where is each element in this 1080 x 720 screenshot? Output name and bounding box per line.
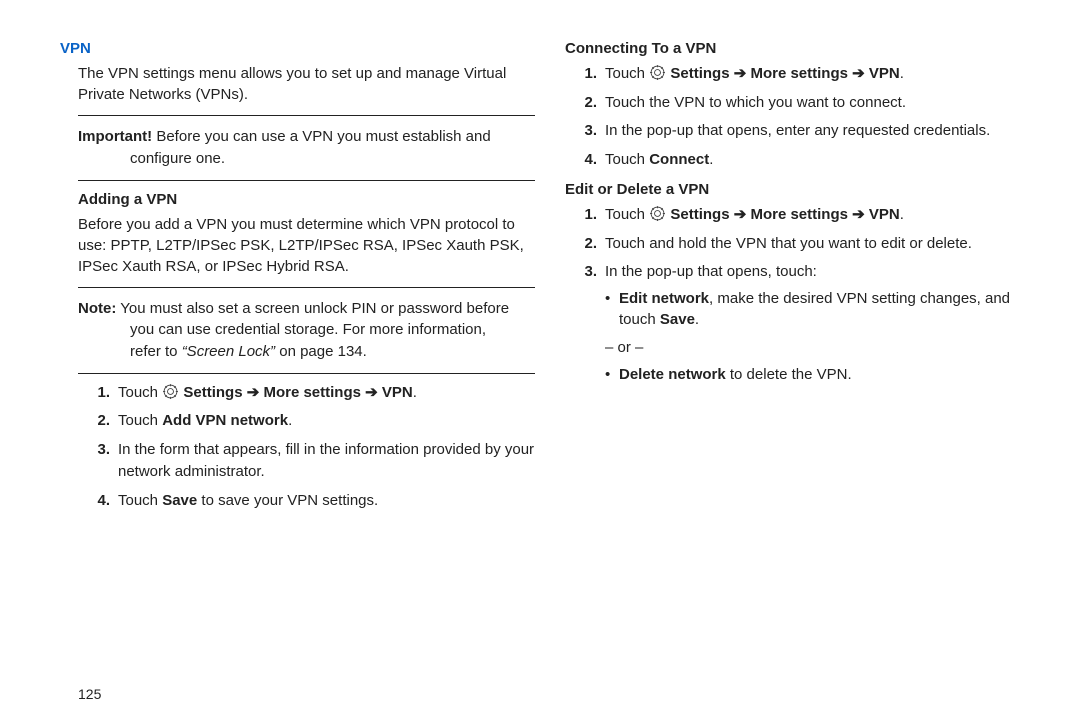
vpn-heading: VPN [60,40,535,57]
list-item: Edit network, make the desired VPN setti… [605,288,1040,332]
divider [78,287,535,288]
adding-vpn-head: Adding a VPN [78,191,535,208]
list-item: Delete network to delete the VPN. [605,364,1040,386]
step-number: 2. [78,410,118,433]
step-number: 2. [565,233,605,256]
list-item: 1. Touch Settings ➔ More settings ➔ VPN. [565,204,1040,227]
e2: Touch and hold the VPN that you want to … [605,233,1040,256]
note-label: Note: [78,300,116,317]
c3: In the pop-up that opens, enter any requ… [605,120,1040,143]
page-number: 125 [78,686,101,702]
c1-path: Settings ➔ More settings ➔ VPN [670,65,899,82]
step4-c: to save your VPN settings. [197,492,378,509]
left-column: VPN The VPN settings menu allows you to … [60,40,535,518]
step-number: 1. [78,382,118,405]
important-text: Before you can use a VPN you must establ… [130,128,491,167]
bullet1-a: Edit network [619,290,709,307]
list-item: 3. In the pop-up that opens, touch: Edit… [565,261,1040,391]
step-number: 1. [565,63,605,86]
settings-icon [649,205,666,222]
divider [78,180,535,181]
divider [78,115,535,116]
note-block: Note: You must also set a screen unlock … [78,298,517,363]
settings-icon [649,64,666,81]
edit-options: Edit network, make the desired VPN setti… [605,288,1040,332]
list-item: 2. Touch Add VPN network. [78,410,535,433]
step1-path: Settings ➔ More settings ➔ VPN [183,384,412,401]
important-label: Important! [78,128,152,145]
important-note: Important! Before you can use a VPN you … [78,126,517,170]
delete-option: Delete network to delete the VPN. [605,364,1040,386]
connecting-steps: 1. Touch Settings ➔ More settings ➔ VPN.… [565,63,1040,171]
bullet2-a: Delete network [619,366,726,383]
or-separator: – or – [605,337,1040,360]
adding-vpn-para: Before you add a VPN you must determine … [78,214,535,277]
bullet2-b: to delete the VPN. [726,366,852,383]
note-text-b: on page 134. [275,343,367,360]
connecting-head: Connecting To a VPN [565,40,1040,57]
step-number: 2. [565,92,605,115]
c2: Touch the VPN to which you want to conne… [605,92,1040,115]
step2-a: Touch [118,412,162,429]
list-item: 1. Touch Settings ➔ More settings ➔ VPN. [565,63,1040,86]
step-number: 1. [565,204,605,227]
c4-b: Connect [649,151,709,168]
list-item: 2. Touch and hold the VPN that you want … [565,233,1040,256]
list-item: 4. Touch Connect. [565,149,1040,172]
list-item: 3. In the form that appears, fill in the… [78,439,535,484]
e3: In the pop-up that opens, touch: [605,263,817,280]
right-column: Connecting To a VPN 1. Touch Settings ➔ … [565,40,1040,518]
step4-a: Touch [118,492,162,509]
list-item: 2. Touch the VPN to which you want to co… [565,92,1040,115]
note-ref: “Screen Lock” [182,343,275,360]
divider [78,373,535,374]
c4-a: Touch [605,151,649,168]
step-number: 4. [78,490,118,513]
c1-touch: Touch [605,65,649,82]
settings-icon [162,383,179,400]
step4-b: Save [162,492,197,509]
list-item: 3. In the pop-up that opens, enter any r… [565,120,1040,143]
step1-touch: Touch [118,384,162,401]
vpn-intro: The VPN settings menu allows you to set … [78,63,535,105]
step-number: 4. [565,149,605,172]
step3: In the form that appears, fill in the in… [118,439,535,484]
e1-touch: Touch [605,206,649,223]
adding-steps: 1. Touch Settings ➔ More settings ➔ VPN.… [78,382,535,513]
step-number: 3. [565,120,605,143]
edit-delete-head: Edit or Delete a VPN [565,181,1040,198]
step2-b: Add VPN network [162,412,288,429]
step-number: 3. [78,439,118,484]
list-item: 1. Touch Settings ➔ More settings ➔ VPN. [78,382,535,405]
step-number: 3. [565,261,605,391]
list-item: 4. Touch Save to save your VPN settings. [78,490,535,513]
edit-delete-steps: 1. Touch Settings ➔ More settings ➔ VPN.… [565,204,1040,391]
bullet1-c: Save [660,311,695,328]
e1-path: Settings ➔ More settings ➔ VPN [670,206,899,223]
